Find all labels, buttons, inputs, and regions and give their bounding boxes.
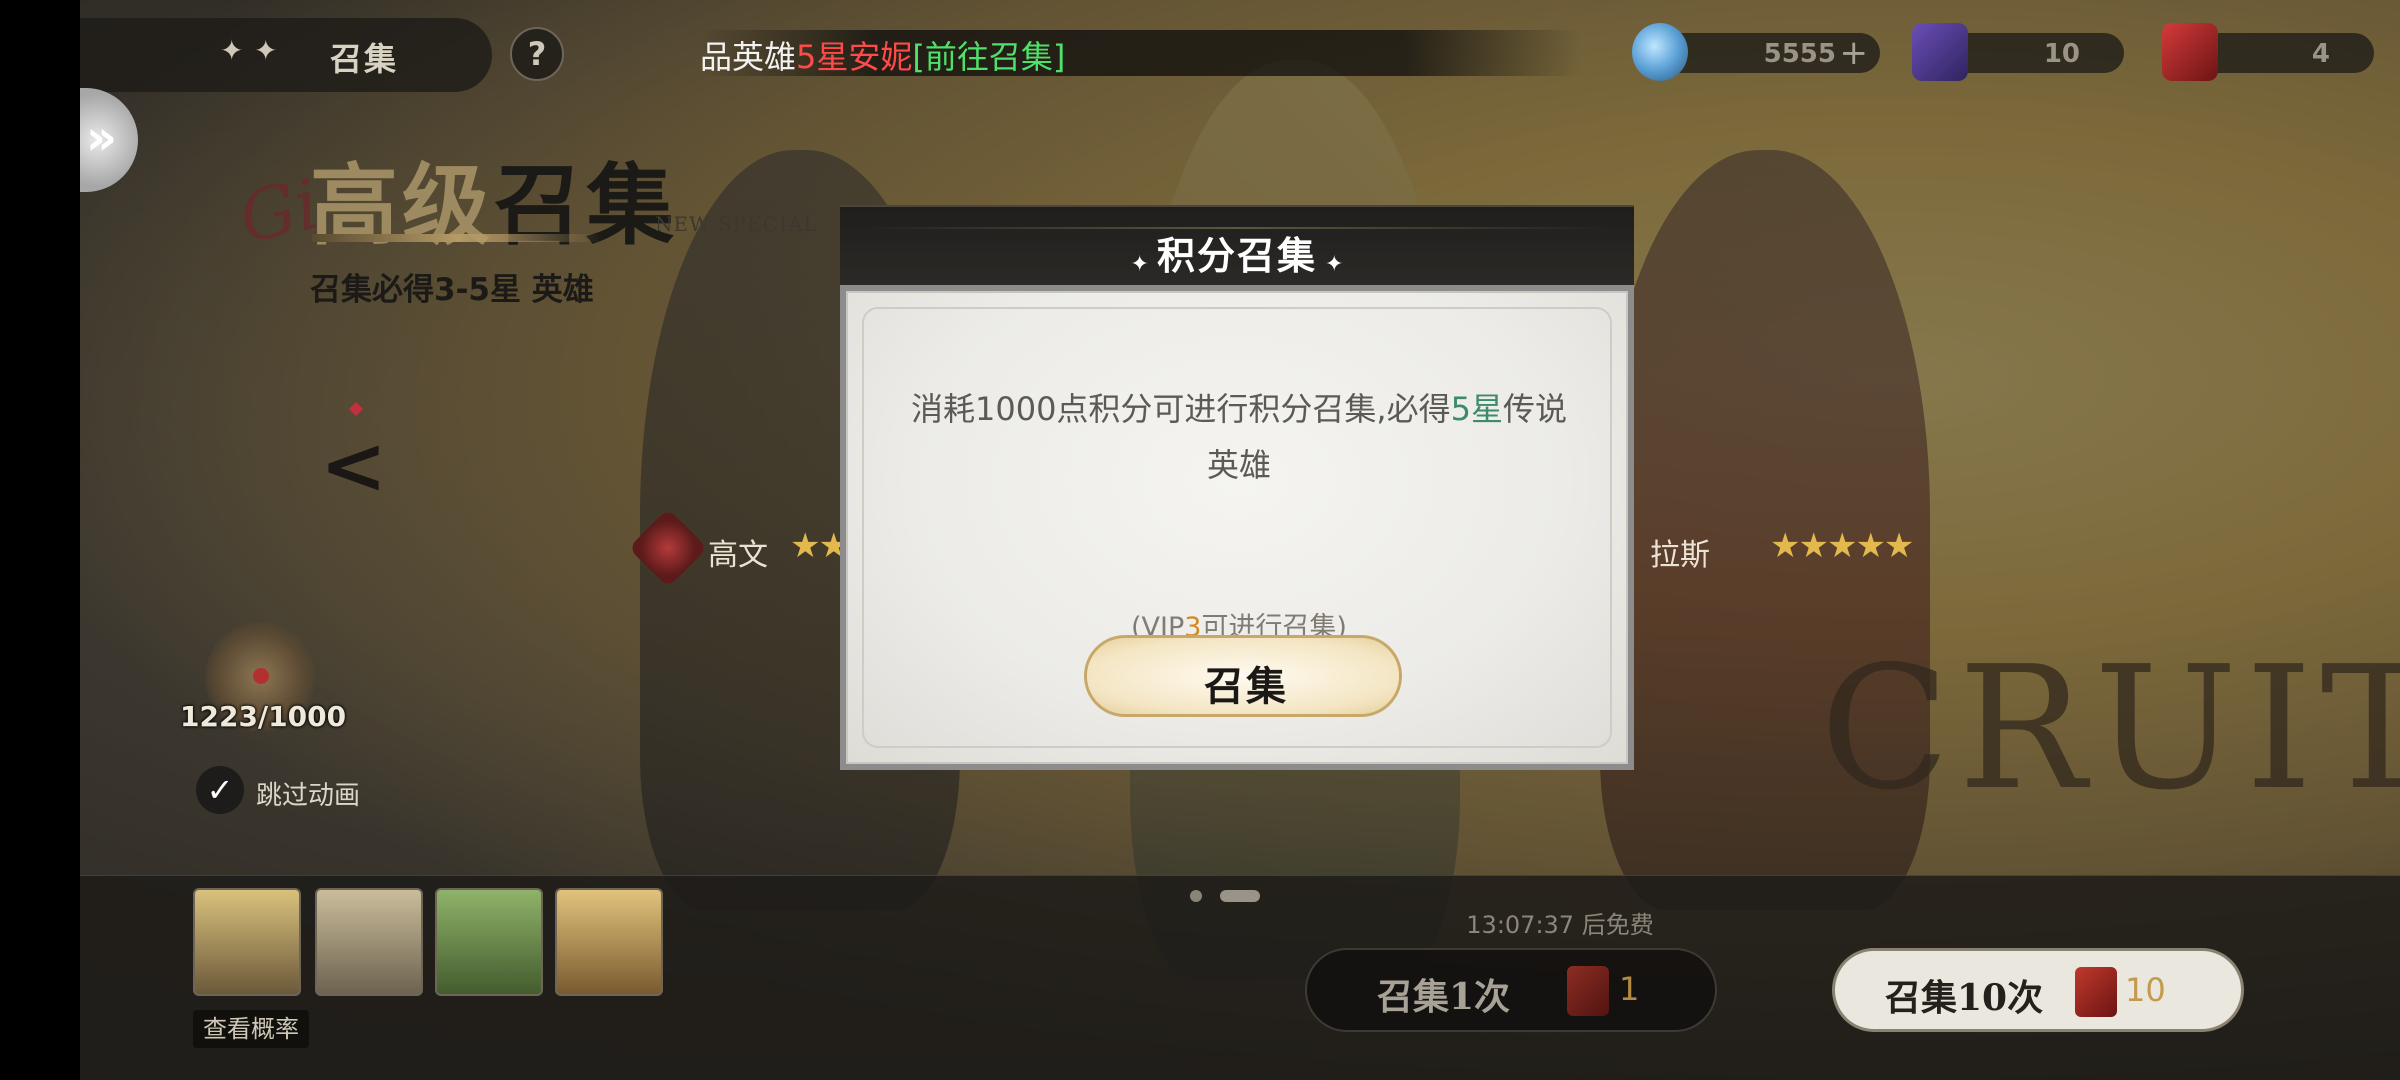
modal-overlay: ✦ 积分召集 ✦ 消耗1000点积分可进行积分召集,必得5星传说英雄 (VIP3可进… [0,0,2400,1080]
dialog-description: 消耗1000点积分可进行积分召集,必得5星传说英雄 [908,381,1570,493]
points-recruit-dialog: ✦ 积分召集 ✦ 消耗1000点积分可进行积分召集,必得5星传说英雄 (VIP3可进… [840,205,1634,770]
recruit-button[interactable]: 召集 [1084,635,1402,717]
sparkle-icon: ✦ [1325,252,1344,277]
desc-highlight: 5星 [1450,390,1503,428]
dialog-header: ✦ 积分召集 ✦ [840,205,1634,289]
dialog-title: 积分召集 [1156,233,1317,278]
desc-text: 消耗1000点积分可进行积分召集,必得 [910,390,1451,428]
dialog-title-wrap: ✦ 积分召集 ✦ [840,225,1634,280]
dialog-body: 消耗1000点积分可进行积分召集,必得5星传说英雄 (VIP3可进行召集) 召集 [840,285,1634,770]
sparkle-icon: ✦ [1130,252,1149,277]
dialog-content: 消耗1000点积分可进行积分召集,必得5星传说英雄 (VIP3可进行召集) 召集 [846,291,1628,764]
recruit-button-label: 召集 [1204,663,1288,710]
